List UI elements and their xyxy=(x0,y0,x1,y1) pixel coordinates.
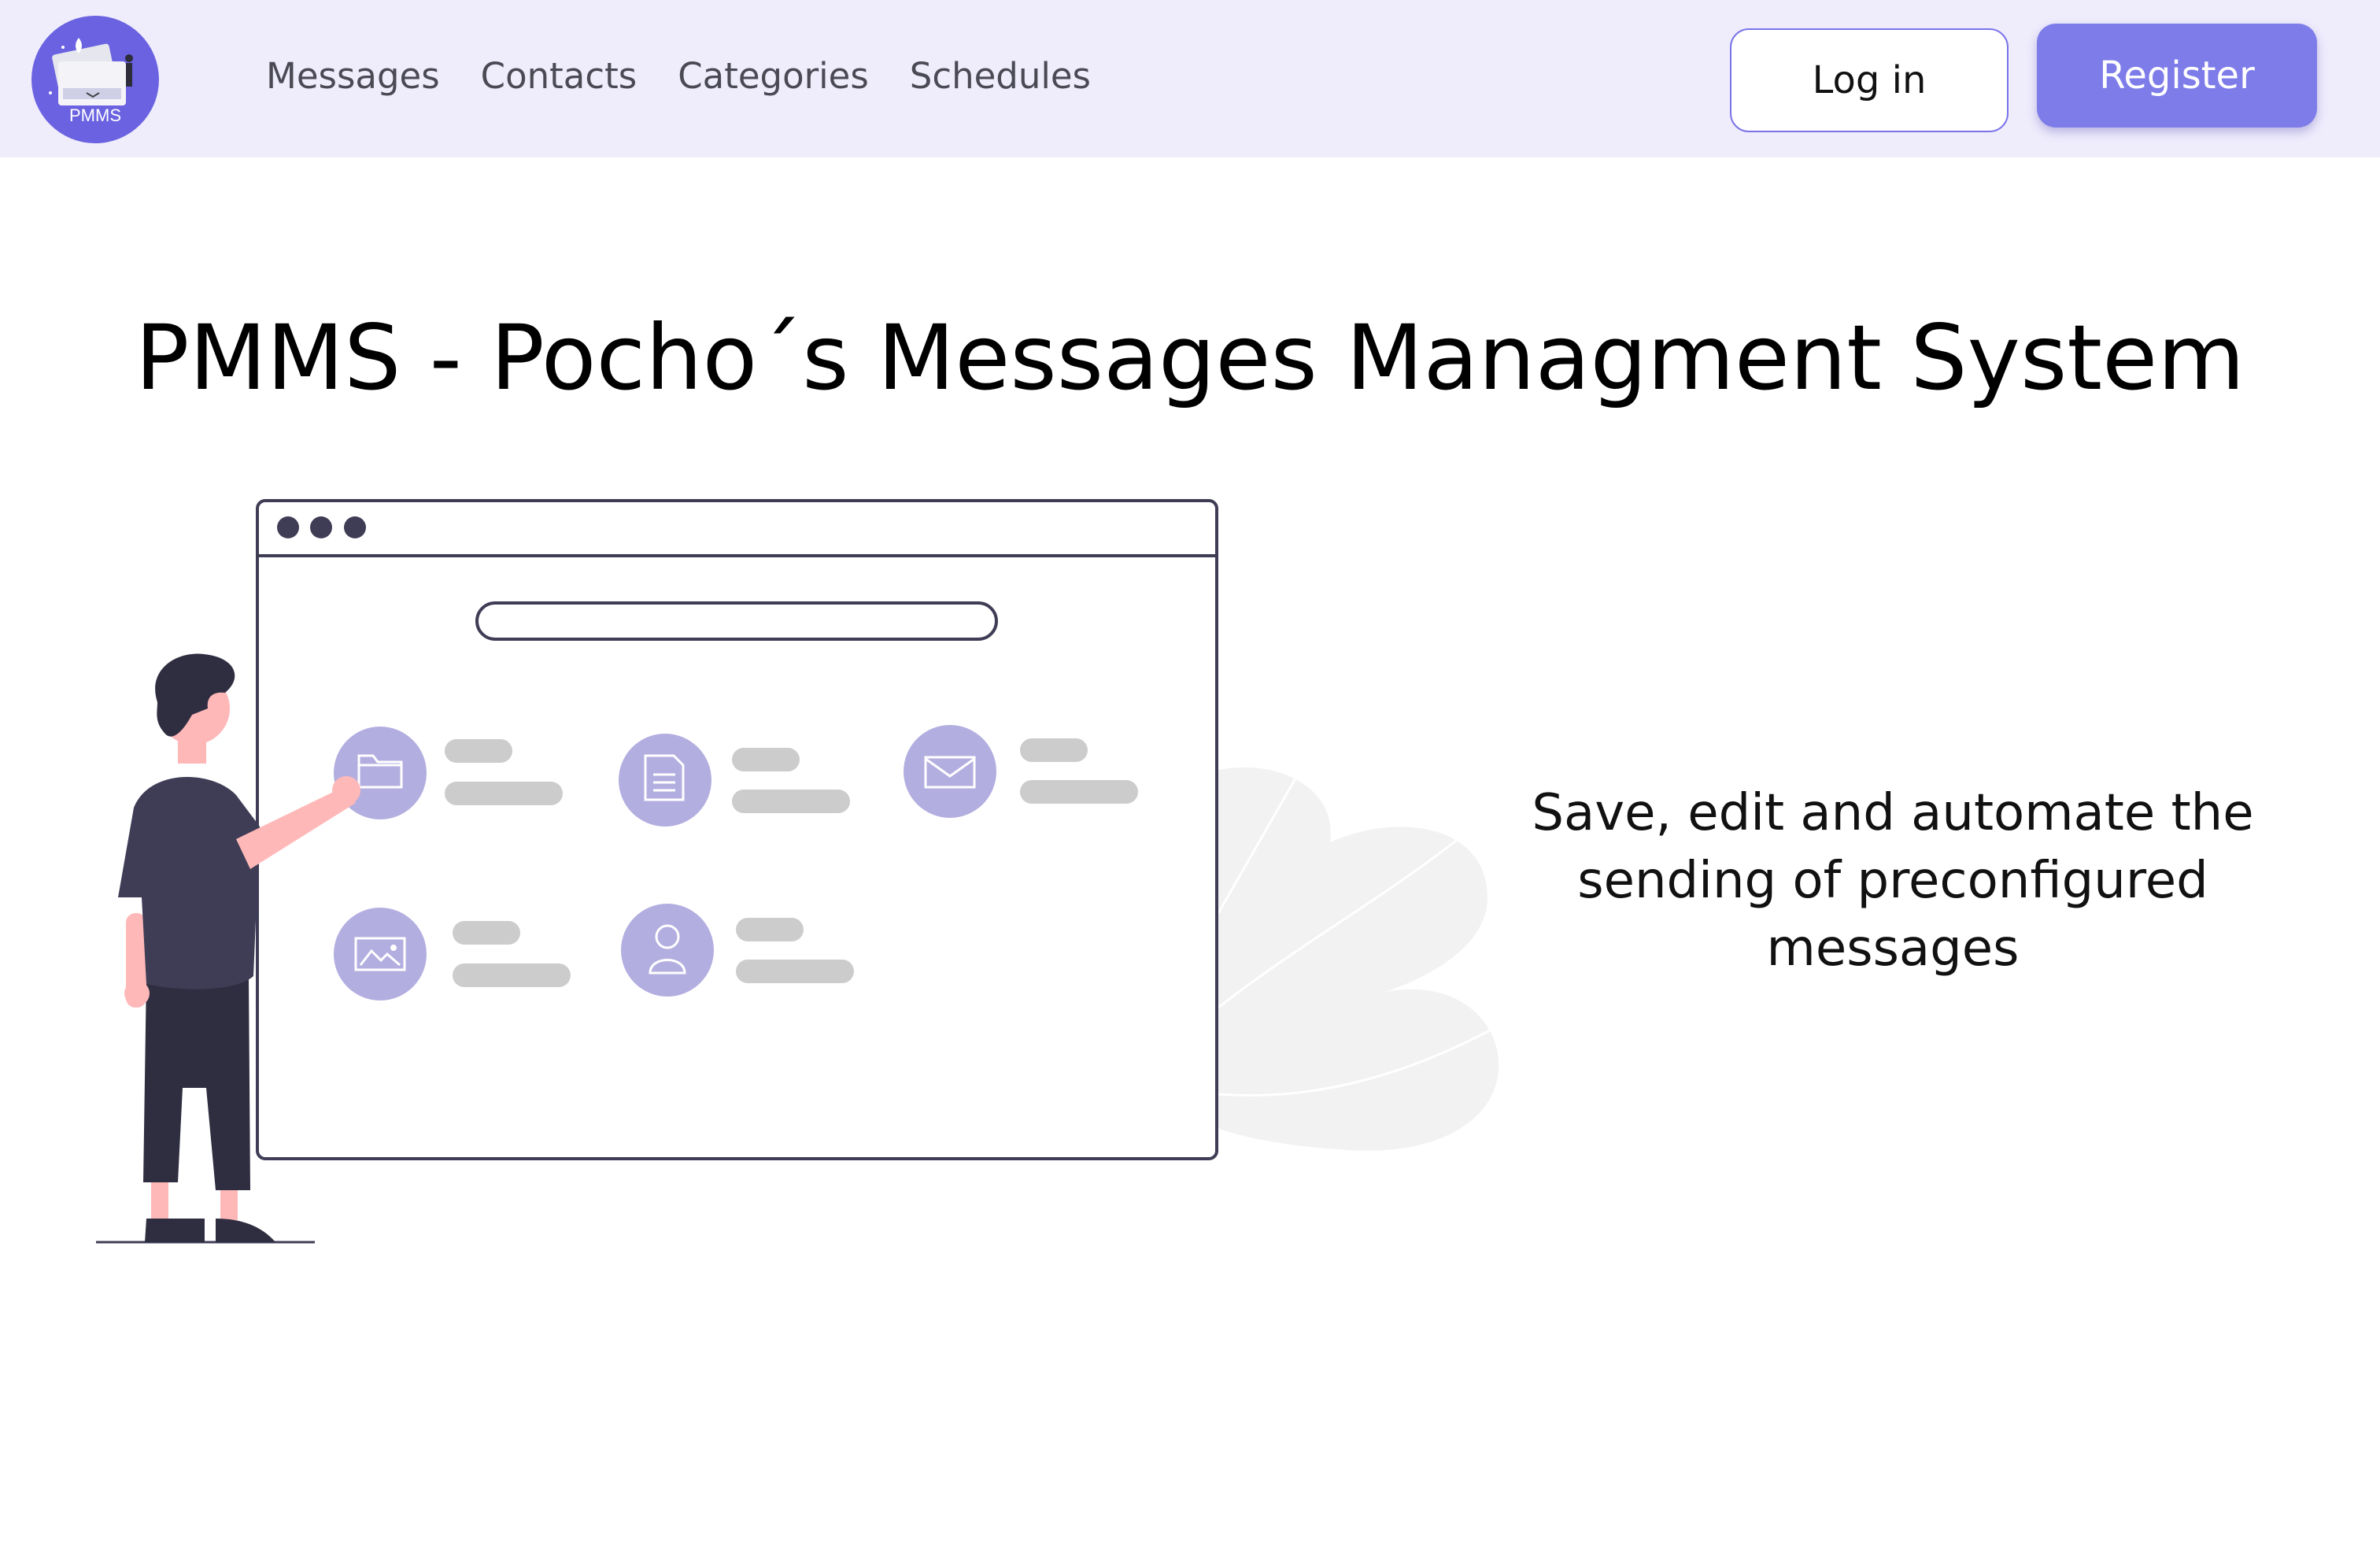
nav-item-messages[interactable]: Messages xyxy=(266,55,440,97)
hero-tagline: Save, edit and automate the sending of p… xyxy=(1532,784,2254,978)
main-nav: Messages Contacts Categories Schedules xyxy=(266,55,1091,97)
page-title: PMMS - Pocho´s Messages Managment System xyxy=(135,305,2245,410)
login-button[interactable]: Log in xyxy=(1730,28,2009,132)
register-button[interactable]: Register xyxy=(2037,24,2317,128)
nav-item-categories[interactable]: Categories xyxy=(678,55,869,97)
nav-item-contacts[interactable]: Contacts xyxy=(481,55,638,97)
pmms-logo[interactable]: PMMS xyxy=(31,16,159,143)
document-icon xyxy=(619,734,711,827)
browser-window-graphic xyxy=(256,499,1218,1160)
mail-icon xyxy=(904,725,996,818)
top-navbar: PMMS Messages Contacts Categories Schedu… xyxy=(0,0,2380,157)
logo-text: PMMS xyxy=(69,105,121,125)
user-icon xyxy=(621,904,714,997)
leaf-decoration xyxy=(1212,767,1504,1151)
nav-item-schedules[interactable]: Schedules xyxy=(910,55,1091,97)
hero-illustration xyxy=(96,499,1504,1244)
image-icon xyxy=(334,908,427,1000)
